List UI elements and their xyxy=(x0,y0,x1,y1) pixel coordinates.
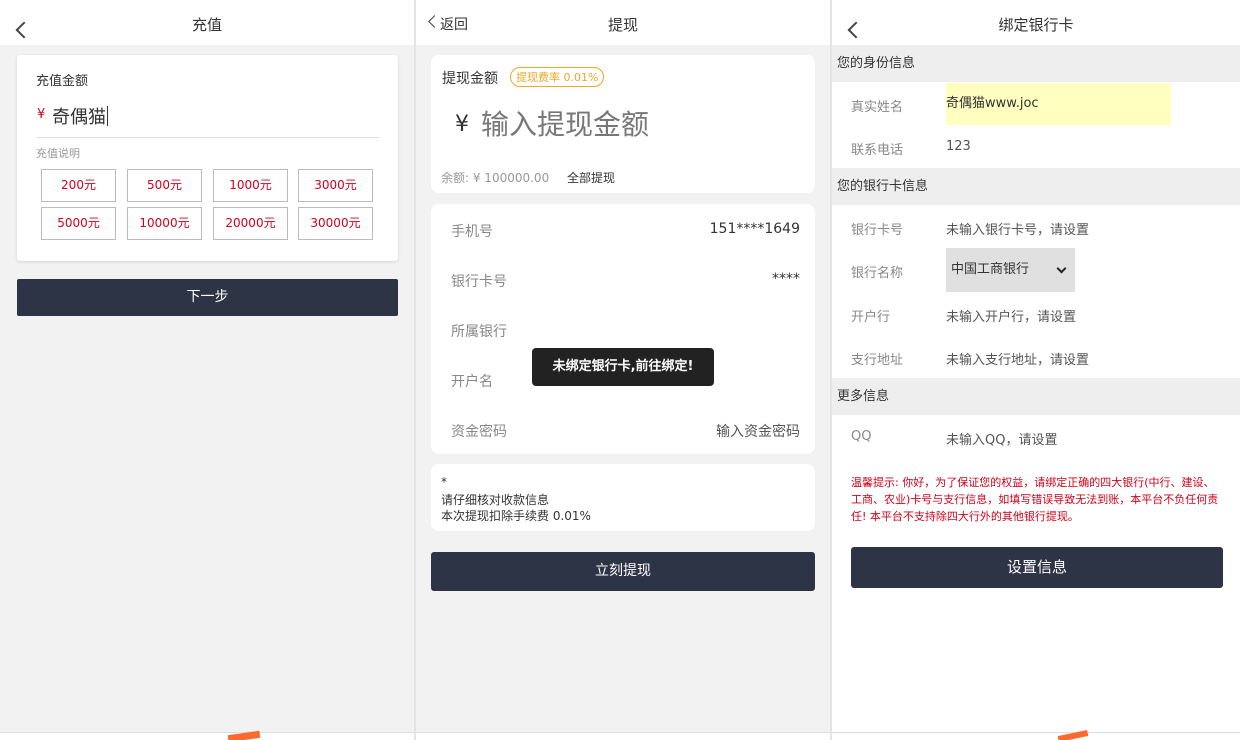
withdraw-info-card: 手机号 151****1649 银行卡号 **** 所属银行 开户名 资金密码 … xyxy=(431,204,815,454)
tips-card: * 请仔细核对收款信息 本次提现扣除手续费 0.01% xyxy=(431,464,815,531)
phone-label: 手机号 xyxy=(451,224,493,240)
phone-row: 手机号 151****1649 xyxy=(451,221,800,243)
card-number-row: 银行卡号 **** xyxy=(451,271,800,293)
bank-select-value: 中国工商银行 xyxy=(951,262,1030,277)
bottom-bar xyxy=(0,732,414,740)
branch-address-label: 支行地址 xyxy=(851,353,904,368)
page-title: 绑定银行卡 xyxy=(998,16,1074,34)
fund-password-row: 资金密码 输入资金密码 xyxy=(451,421,800,443)
currency-icon: ¥ xyxy=(37,107,46,122)
card-number-input[interactable]: 未输入银行卡号，请设置 xyxy=(946,219,1089,238)
amount-chip[interactable]: 200元 xyxy=(41,169,116,202)
branch-address-input[interactable]: 未输入支行地址，请设置 xyxy=(946,349,1089,368)
bank-row: 所属银行 xyxy=(451,321,800,343)
amount-input-value: 奇偶猫 xyxy=(52,107,106,128)
amount-chip[interactable]: 5000元 xyxy=(41,207,116,240)
recharge-header: 充值 xyxy=(0,0,414,45)
recharge-panel: 充值 充值金额 ¥ 奇偶猫 充值说明 200元 500元 1000元 3000元… xyxy=(0,0,414,740)
phone-value: 151****1649 xyxy=(709,221,800,237)
bind-card-panel: 绑定银行卡 您的身份信息 真实姓名 奇偶猫www.joc 联系电话 123 您的… xyxy=(832,0,1240,740)
balance-text: 余额: ¥ 100000.00 xyxy=(441,171,550,185)
bottom-bar xyxy=(416,732,830,740)
submit-withdraw-button[interactable]: 立刻提现 xyxy=(431,552,815,591)
tip-line: * xyxy=(441,475,447,489)
branch-input[interactable]: 未输入开户行，请设置 xyxy=(946,306,1076,325)
phone-input[interactable]: 123 xyxy=(946,139,971,154)
page-title: 提现 xyxy=(607,16,638,34)
bind-header: 绑定银行卡 xyxy=(832,0,1240,45)
qq-label: QQ xyxy=(851,429,872,444)
warning-text: 温馨提示: 你好，为了保证您的权益，请绑定正确的四大银行(中行、建设、工商、农业… xyxy=(851,476,1219,523)
amount-chip[interactable]: 30000元 xyxy=(298,207,373,240)
bottom-bar xyxy=(832,732,1240,740)
real-name-input[interactable]: 奇偶猫www.joc xyxy=(946,83,1171,125)
withdraw-amount-card: 提现金额 提现费率 0.01% ¥ 输入提现金额 余额: ¥ 100000.00… xyxy=(431,55,815,193)
phone-label: 联系电话 xyxy=(851,143,904,158)
bank-label: 所属银行 xyxy=(451,324,507,340)
currency-icon: ¥ xyxy=(455,112,469,137)
next-step-button[interactable]: 下一步 xyxy=(17,279,398,316)
withdraw-all-link[interactable]: 全部提现 xyxy=(567,169,615,186)
card-number-label: 银行卡号 xyxy=(851,223,904,238)
withdraw-amount-label: 提现金额 xyxy=(442,71,498,87)
bank-select[interactable]: 中国工商银行 xyxy=(946,248,1075,292)
recharge-note-label: 充值说明 xyxy=(36,147,80,160)
text-cursor xyxy=(107,106,108,126)
amount-label: 充值金额 xyxy=(36,74,89,89)
qq-input[interactable]: 未输入QQ，请设置 xyxy=(946,429,1057,448)
save-info-button[interactable]: 设置信息 xyxy=(851,547,1223,588)
fund-password-label: 资金密码 xyxy=(451,424,507,440)
section-identity: 您的身份信息 xyxy=(832,45,1240,82)
section-bank: 您的银行卡信息 xyxy=(832,168,1240,205)
chevron-down-icon xyxy=(1056,263,1067,274)
branch-label: 开户行 xyxy=(851,310,891,325)
card-number-value: **** xyxy=(772,271,800,287)
divider xyxy=(36,137,379,138)
amount-chip[interactable]: 20000元 xyxy=(213,207,288,240)
amount-input[interactable]: 奇偶猫 xyxy=(52,103,108,129)
card-number-label: 银行卡号 xyxy=(451,274,507,290)
section-more: 更多信息 xyxy=(832,378,1240,415)
account-name-label: 开户名 xyxy=(451,374,493,390)
amount-chip[interactable]: 500元 xyxy=(127,169,202,202)
real-name-label: 真实姓名 xyxy=(851,100,904,115)
withdraw-amount-input[interactable]: 输入提现金额 xyxy=(481,103,649,143)
recharge-card: 充值金额 ¥ 奇偶猫 充值说明 200元 500元 1000元 3000元 50… xyxy=(17,55,398,261)
fee-rate-badge: 提现费率 0.01% xyxy=(510,67,605,87)
withdraw-header: 返回 提现 xyxy=(416,0,830,45)
amount-chip[interactable]: 1000元 xyxy=(213,169,288,202)
bank-name-label: 银行名称 xyxy=(851,266,904,281)
amount-chip[interactable]: 10000元 xyxy=(127,207,202,240)
fund-password-input[interactable]: 输入资金密码 xyxy=(716,421,800,441)
toast-message: 未绑定银行卡,前往绑定! xyxy=(532,348,714,386)
amount-chip[interactable]: 3000元 xyxy=(298,169,373,202)
tip-line: 本次提现扣除手续费 0.01% xyxy=(441,509,591,523)
tip-line: 请仔细核对收款信息 xyxy=(441,493,550,507)
page-title: 充值 xyxy=(191,16,222,34)
